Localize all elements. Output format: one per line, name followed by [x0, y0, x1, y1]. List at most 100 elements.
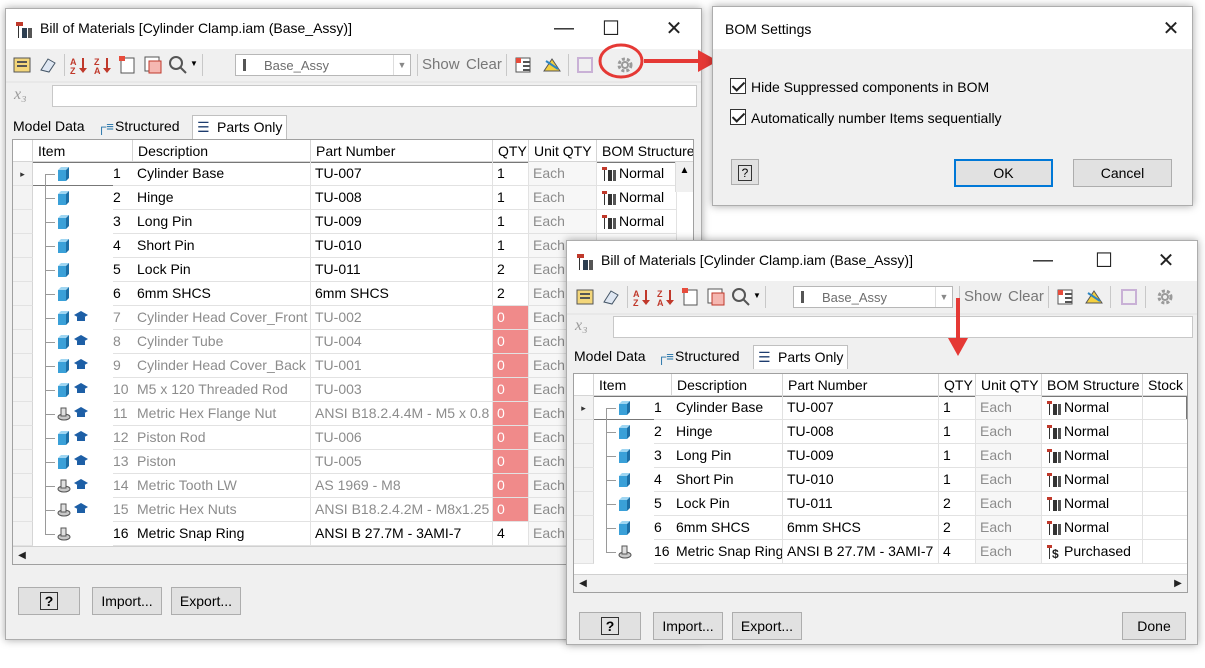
stock-number-cell[interactable]: [1143, 396, 1187, 420]
qty-cell[interactable]: 1: [493, 210, 529, 234]
part-number-cell[interactable]: TU-007: [783, 396, 939, 420]
qty-cell[interactable]: 2: [493, 258, 529, 282]
row-selector[interactable]: [13, 426, 33, 450]
row-selector[interactable]: [13, 450, 33, 474]
cancel-button[interactable]: Cancel: [1073, 159, 1172, 187]
show-button[interactable]: Show: [422, 56, 460, 73]
tab-structured[interactable]: ┌≡Structured: [653, 345, 744, 369]
settings-close-button[interactable]: ✕: [1151, 13, 1191, 43]
unit-qty-cell[interactable]: Each: [976, 444, 1042, 468]
table-row[interactable]: ▸ 1 Cylinder Base TU-007 1 Each Normal: [13, 162, 693, 186]
bom-tool-icon[interactable]: [542, 55, 562, 75]
description-cell[interactable]: Long Pin: [133, 210, 311, 234]
formula-input-2[interactable]: [613, 316, 1193, 338]
scroll-left-arrow[interactable]: ◀: [13, 547, 31, 564]
view-options-icon[interactable]: [12, 55, 32, 75]
row-selector[interactable]: [13, 210, 33, 234]
unit-qty-cell[interactable]: Each: [976, 516, 1042, 540]
stock-number-cell[interactable]: [1143, 516, 1187, 540]
part-number-cell[interactable]: TU-009: [311, 210, 493, 234]
part-number-cell[interactable]: ANSI B18.2.4.4M - M5 x 0.8: [311, 402, 493, 426]
unit-qty-cell[interactable]: Each: [976, 468, 1042, 492]
row-selector[interactable]: [574, 420, 594, 444]
find-dropdown-arrow[interactable]: ▼: [190, 59, 198, 68]
qty-cell[interactable]: 0: [493, 330, 529, 354]
renumber-icon[interactable]: [118, 55, 138, 75]
description-cell[interactable]: M5 x 120 Threaded Rod: [133, 378, 311, 402]
description-cell[interactable]: Metric Tooth LW: [133, 474, 311, 498]
qty-cell[interactable]: 2: [939, 516, 976, 540]
description-cell[interactable]: Hinge: [133, 186, 311, 210]
description-cell[interactable]: 6mm SHCS: [672, 516, 783, 540]
hscrollbar-2[interactable]: ◀ ▶: [574, 574, 1187, 592]
done-button[interactable]: Done: [1122, 612, 1186, 640]
settings-help-button[interactable]: ?: [731, 159, 759, 185]
description-cell[interactable]: Piston: [133, 450, 311, 474]
row-selector[interactable]: [13, 474, 33, 498]
qty-cell[interactable]: 4: [493, 522, 529, 546]
qty-cell[interactable]: 1: [939, 396, 976, 420]
col-qty[interactable]: QTY: [493, 140, 529, 162]
tab-parts-only[interactable]: ☰ Parts Only: [753, 345, 849, 369]
description-cell[interactable]: 6mm SHCS: [133, 282, 311, 306]
stock-number-cell[interactable]: [1143, 492, 1187, 516]
description-cell[interactable]: Cylinder Head Cover_Back: [133, 354, 311, 378]
col-part-number[interactable]: Part Number: [311, 140, 493, 162]
maximize-button-2[interactable]: ☐: [1084, 245, 1124, 275]
part-number-cell[interactable]: TU-001: [311, 354, 493, 378]
close-button-2[interactable]: ✕: [1146, 245, 1186, 275]
bom-tool-icon[interactable]: [1084, 287, 1104, 307]
unit-qty-cell[interactable]: Each: [529, 162, 597, 186]
qty-cell[interactable]: 1: [493, 234, 529, 258]
row-selector[interactable]: [13, 186, 33, 210]
qty-cell[interactable]: 0: [493, 450, 529, 474]
ok-button[interactable]: OK: [954, 159, 1053, 187]
row-selector[interactable]: [13, 402, 33, 426]
qty-cell[interactable]: 0: [493, 306, 529, 330]
table-row[interactable]: 2 Hinge TU-008 1 Each Normal: [13, 186, 693, 210]
table-row[interactable]: ▸ 1 Cylinder Base TU-007 1 Each Normal: [574, 396, 1187, 420]
part-number-cell[interactable]: TU-005: [311, 450, 493, 474]
part-number-cell[interactable]: ANSI B 27.7M - 3AMI-7: [783, 540, 939, 564]
tab-model-data[interactable]: Model Data: [9, 115, 89, 139]
tab-structured[interactable]: ┌≡Structured: [93, 115, 184, 139]
description-cell[interactable]: Cylinder Base: [672, 396, 783, 420]
hide-suppressed-checkbox[interactable]: [730, 78, 746, 94]
description-cell[interactable]: Metric Snap Ring: [672, 540, 783, 564]
renumber-icon[interactable]: [681, 287, 701, 307]
bom-settings-gear-icon[interactable]: [1155, 287, 1175, 307]
find-icon[interactable]: [731, 287, 751, 307]
description-cell[interactable]: Cylinder Base: [133, 162, 311, 186]
table-row[interactable]: 2 Hinge TU-008 1 Each Normal: [574, 420, 1187, 444]
description-cell[interactable]: Metric Hex Flange Nut: [133, 402, 311, 426]
part-number-cell[interactable]: TU-003: [311, 378, 493, 402]
row-selector[interactable]: [13, 258, 33, 282]
vscroll-up-arrow[interactable]: ▲: [675, 162, 693, 192]
bom-structure-cell[interactable]: Purchased: [1042, 540, 1143, 564]
table-row[interactable]: 16 Metric Snap Ring ANSI B 27.7M - 3AMI-7 4…: [574, 540, 1187, 564]
description-cell[interactable]: Lock Pin: [672, 492, 783, 516]
qty-cell[interactable]: 1: [939, 468, 976, 492]
compare-icon[interactable]: [143, 55, 163, 75]
scroll-right-arrow[interactable]: ▶: [1169, 575, 1187, 592]
row-selector[interactable]: [574, 492, 594, 516]
col-bom-structure[interactable]: BOM Structure: [597, 140, 693, 162]
table-row[interactable]: 3 Long Pin TU-009 1 Each Normal: [13, 210, 693, 234]
part-number-cell[interactable]: TU-004: [311, 330, 493, 354]
stock-number-cell[interactable]: [1143, 468, 1187, 492]
qty-cell[interactable]: 2: [493, 282, 529, 306]
clear-button-2[interactable]: Clear: [1008, 288, 1044, 305]
minimize-button[interactable]: —: [544, 13, 584, 43]
export-button-2[interactable]: Export...: [732, 612, 802, 640]
row-selector[interactable]: [13, 330, 33, 354]
part-number-cell[interactable]: TU-002: [311, 306, 493, 330]
stock-number-cell[interactable]: [1143, 420, 1187, 444]
import-button-2[interactable]: Import...: [653, 612, 723, 640]
bom-structure-cell[interactable]: Normal: [1042, 516, 1143, 540]
col-unit-qty[interactable]: Unit QTY: [529, 140, 597, 162]
tab-model-data[interactable]: Model Data: [570, 345, 650, 369]
unit-qty-cell[interactable]: Each: [529, 210, 597, 234]
sort-ascending-icon[interactable]: AZ: [70, 55, 90, 75]
row-selector[interactable]: [13, 282, 33, 306]
description-cell[interactable]: Lock Pin: [133, 258, 311, 282]
